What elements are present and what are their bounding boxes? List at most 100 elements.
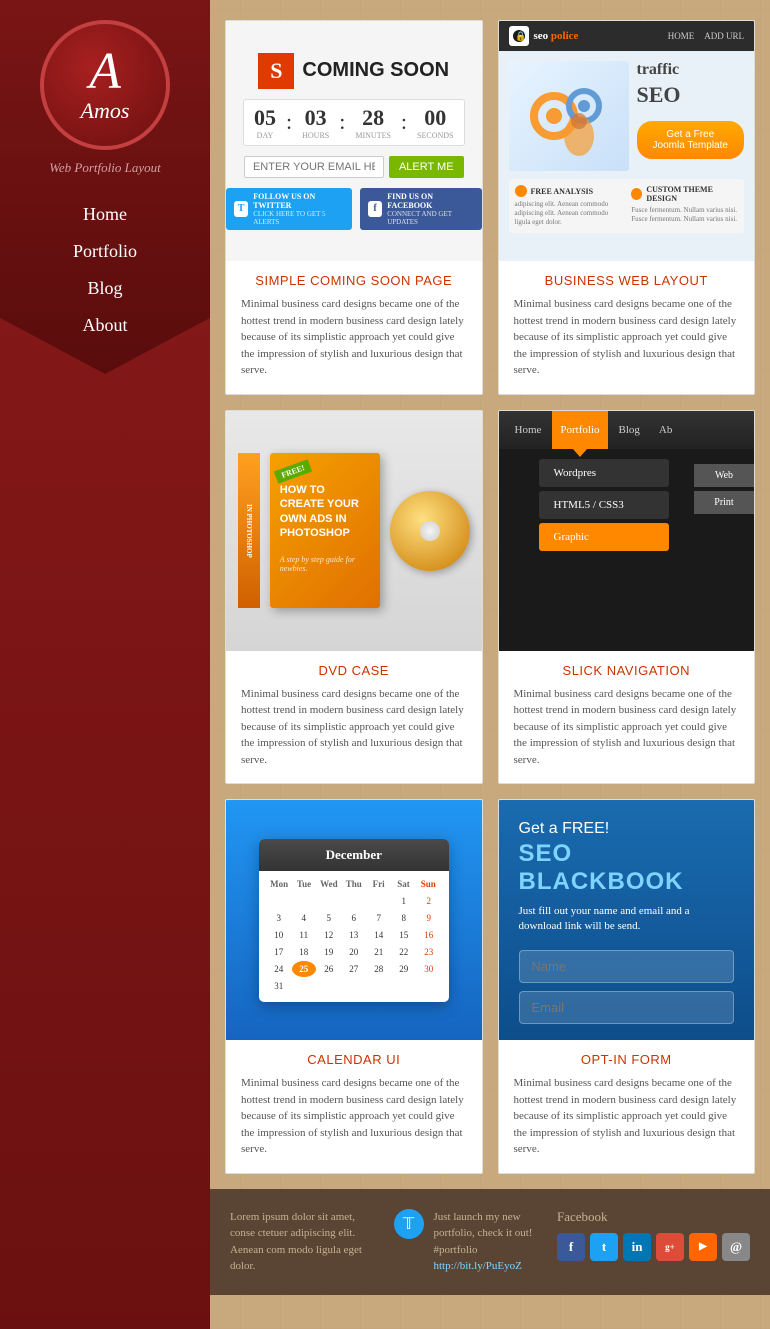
- cs-social-row: T FOLLOW US ON TWITTER CLICK HERE TO GET…: [226, 188, 482, 230]
- sidebar-header: A Amos Web Portfolio Layout Home Portfol…: [0, 0, 210, 374]
- rss-social-icon[interactable]: ▶: [689, 1233, 717, 1261]
- cal-day-10[interactable]: 10: [267, 927, 291, 943]
- optin-sub-text: Just fill out your name and email and a …: [519, 904, 735, 935]
- cal-day-5[interactable]: 5: [317, 910, 341, 926]
- cal-day-25-today[interactable]: 25: [292, 961, 316, 977]
- optin-name-input[interactable]: [519, 950, 735, 983]
- cal-day-12[interactable]: 12: [317, 927, 341, 943]
- optin-email-input[interactable]: [519, 991, 735, 1024]
- nav-blog[interactable]: Blog: [0, 270, 210, 307]
- cal-day-19[interactable]: 19: [317, 944, 341, 960]
- seo-free-template-button[interactable]: Get a Free Joomla Template: [637, 121, 745, 159]
- cal-fri: Fri: [366, 879, 391, 889]
- nav-about[interactable]: About: [0, 307, 210, 344]
- seo-theme-title: CUSTOM THEME DESIGN: [631, 185, 738, 203]
- logo-circle: A Amos: [40, 20, 170, 150]
- cal-preview-inner: December Mon Tue Wed Thu Fri Sat Sun: [226, 800, 482, 1040]
- cal-day-9[interactable]: 9: [417, 910, 441, 926]
- cal-day-14[interactable]: 14: [367, 927, 391, 943]
- nav-home[interactable]: Home: [0, 196, 210, 233]
- cal-day-18[interactable]: 18: [292, 944, 316, 960]
- footer-tweet-link[interactable]: http://bit.ly/PuEyoZ: [434, 1260, 522, 1272]
- cal-day-empty-1: [267, 893, 291, 909]
- seo-nav: HOME ADD URL: [668, 31, 744, 41]
- cal-day-3[interactable]: 3: [267, 910, 291, 926]
- nav-portfolio[interactable]: Portfolio: [0, 233, 210, 270]
- cal-day-16[interactable]: 16: [417, 927, 441, 943]
- slick-nav-blog[interactable]: Blog: [611, 411, 648, 449]
- twitter-social-icon[interactable]: t: [590, 1233, 618, 1261]
- cal-day-23[interactable]: 23: [417, 944, 441, 960]
- email-social-icon[interactable]: @: [722, 1233, 750, 1261]
- slick-nav-portfolio[interactable]: Portfolio: [552, 411, 607, 449]
- cs-twitter-button[interactable]: T FOLLOW US ON TWITTER CLICK HERE TO GET…: [226, 188, 352, 230]
- cal-mon: Mon: [267, 879, 292, 889]
- cal-day-8[interactable]: 8: [392, 910, 416, 926]
- cal-day-20[interactable]: 20: [342, 944, 366, 960]
- footer: Lorem ipsum dolor sit amet, conse ctetue…: [210, 1189, 770, 1295]
- seo-logo-text: seo police: [534, 30, 579, 42]
- seo-analysis-col: FREE ANALYSIS adipiscing elit. Aenean co…: [515, 185, 622, 227]
- slick-dd-html5[interactable]: HTML5 / CSS3: [539, 491, 669, 519]
- cal-tue: Tue: [292, 879, 317, 889]
- seo-gears-illustration: [509, 61, 629, 171]
- cal-day-30[interactable]: 30: [417, 961, 441, 977]
- cal-sun: Sun: [416, 879, 441, 889]
- seo-analysis-title: FREE ANALYSIS: [515, 185, 622, 197]
- seo-preview-inner: 🔒 seo police HOME ADD URL: [499, 21, 755, 261]
- calendar-days: 1 2 3 4 5 6 7 8 9 10 11: [267, 893, 441, 994]
- cal-day-11[interactable]: 11: [292, 927, 316, 943]
- footer-tweet-text: Just launch my new portfolio, check it o…: [434, 1209, 538, 1275]
- cal-day-22[interactable]: 22: [392, 944, 416, 960]
- cs-twitter-label: FOLLOW US ON TWITTER CLICK HERE TO GET 5…: [253, 192, 344, 226]
- portfolio-row-1: S COMING SOON 05 DAY : 03 HOURS :: [225, 20, 755, 395]
- cal-day-27[interactable]: 27: [342, 961, 366, 977]
- card-optin-title: OPT-IN FORM: [514, 1052, 740, 1067]
- cal-day-28[interactable]: 28: [367, 961, 391, 977]
- slick-side-print[interactable]: Print: [694, 491, 754, 514]
- dvd-disk: [390, 491, 470, 571]
- cal-day-1[interactable]: 1: [392, 893, 416, 909]
- cal-day-21[interactable]: 21: [367, 944, 391, 960]
- cal-day-15[interactable]: 15: [392, 927, 416, 943]
- cal-day-31[interactable]: 31: [267, 978, 291, 994]
- cal-day-7[interactable]: 7: [367, 910, 391, 926]
- cal-day-17[interactable]: 17: [267, 944, 291, 960]
- googleplus-social-icon[interactable]: g+: [656, 1233, 684, 1261]
- card-optin-preview: Get a FREE! SEO BLACKBOOK Just fill out …: [499, 800, 755, 1040]
- slick-dd-graphic[interactable]: Graphic: [539, 523, 669, 551]
- cal-day-26[interactable]: 26: [317, 961, 341, 977]
- cal-day-29[interactable]: 29: [392, 961, 416, 977]
- card-dvd-title: DVD CASE: [241, 663, 467, 678]
- slick-nav-ab[interactable]: Ab: [651, 411, 680, 449]
- card-optin-body: OPT-IN FORM Minimal business card design…: [499, 1040, 755, 1173]
- slick-nav-bar: Home Portfolio Blog Ab: [499, 411, 755, 449]
- dvd-free-badge: FREE!: [274, 459, 312, 484]
- cs-email-input[interactable]: [244, 156, 384, 178]
- logo-name: Amos: [81, 98, 130, 124]
- slick-side-web[interactable]: Web: [694, 464, 754, 487]
- card-slick-nav-preview: Home Portfolio Blog Ab Wordpres HTML5 / …: [499, 411, 755, 651]
- card-coming-soon-desc: Minimal business card designs became one…: [241, 296, 467, 379]
- card-dvd-desc: Minimal business card designs became one…: [241, 686, 467, 769]
- cal-day-13[interactable]: 13: [342, 927, 366, 943]
- calendar-widget: December Mon Tue Wed Thu Fri Sat Sun: [259, 839, 449, 1002]
- facebook-social-icon[interactable]: f: [557, 1233, 585, 1261]
- cal-day-2[interactable]: 2: [417, 893, 441, 909]
- cs-facebook-button[interactable]: f FIND US ON FACEBOOK CONNECT AND GET UP…: [360, 188, 482, 230]
- portfolio-row-2: IN PHOTOSHOP FREE! HOW TO CREATE YOUR OW…: [225, 410, 755, 785]
- sidebar-nav: Home Portfolio Blog About: [0, 196, 210, 344]
- cs-alert-button[interactable]: ALERT ME: [389, 156, 464, 178]
- linkedin-social-icon[interactable]: in: [623, 1233, 651, 1261]
- cs-days: 05 DAY: [254, 105, 276, 140]
- card-coming-soon-title: SIMPLE COMING SOON PAGE: [241, 273, 467, 288]
- slick-dd-wordpress[interactable]: Wordpres: [539, 459, 669, 487]
- cal-day-24[interactable]: 24: [267, 961, 291, 977]
- svg-text:🔒: 🔒: [515, 31, 526, 41]
- card-seo-body: BUSINESS WEB LAYOUT Minimal business car…: [499, 261, 755, 394]
- cal-day-4[interactable]: 4: [292, 910, 316, 926]
- cal-day-6[interactable]: 6: [342, 910, 366, 926]
- optin-get-label: Get a FREE!: [519, 820, 610, 838]
- slick-nav-home[interactable]: Home: [507, 411, 550, 449]
- card-optin: Get a FREE! SEO BLACKBOOK Just fill out …: [498, 799, 756, 1174]
